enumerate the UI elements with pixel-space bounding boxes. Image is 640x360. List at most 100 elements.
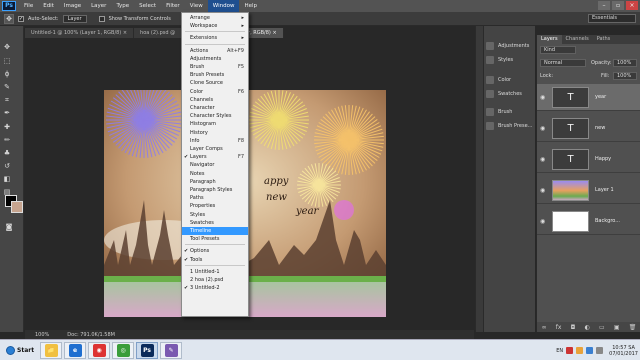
crop-tool-icon[interactable]: ⌗ (2, 95, 12, 105)
tab-channels[interactable]: Channels (562, 35, 593, 44)
auto-select-checkbox[interactable]: ✓ (18, 15, 24, 22)
window-menu-item-histogram[interactable]: Histogram (182, 120, 248, 128)
close-icon[interactable]: × (626, 1, 638, 10)
layer-row[interactable]: ◉ T Happy (537, 146, 640, 173)
panel-swatches[interactable]: Swatches (486, 88, 534, 100)
clock[interactable]: 10:57 SA 07/01/2017 (609, 345, 638, 357)
fill-input[interactable]: 100% (613, 72, 637, 80)
window-menu-item-1-untitled-1[interactable]: 1 Untitled-1 (182, 268, 248, 276)
blend-mode-select[interactable]: Normal (540, 59, 586, 67)
window-menu-item-styles[interactable]: Styles (182, 211, 248, 219)
window-menu-item-color[interactable]: Color F6 (182, 88, 248, 96)
delete-layer-icon[interactable]: 🗑 (629, 324, 637, 331)
layer-row[interactable]: ◉ Layer 1 (537, 177, 640, 204)
taskbar-app[interactable]: e (64, 341, 87, 359)
visibility-eye-icon[interactable]: ◉ (540, 94, 545, 101)
layer-row[interactable]: ◉ Backgro... (537, 208, 640, 235)
visibility-eye-icon[interactable]: ◉ (540, 218, 545, 225)
mask-icon[interactable]: ◘ (571, 324, 576, 331)
window-menu-item-character[interactable]: Character (182, 104, 248, 112)
volume-icon[interactable] (596, 347, 604, 354)
window-menu-item-options[interactable]: Options ✔ (182, 247, 248, 255)
visibility-eye-icon[interactable]: ◉ (540, 125, 545, 132)
window-menu-item-layer-comps[interactable]: Layer Comps (182, 145, 248, 153)
auto-select-dropdown[interactable]: Layer (62, 14, 87, 23)
background-color-swatch[interactable] (11, 201, 23, 213)
window-menu-item-character-styles[interactable]: Character Styles (182, 112, 248, 120)
window-menu-item-2-hoa-2-psd[interactable]: 2 hoa (2).psd (182, 276, 248, 284)
menu-image[interactable]: Image (59, 0, 86, 12)
window-menu-item-brush[interactable]: Brush F5 (182, 63, 248, 71)
adjustment-icon[interactable]: ◐ (585, 324, 590, 331)
menu-view[interactable]: View (185, 0, 208, 12)
layer-kind-filter[interactable]: Kind (540, 46, 576, 54)
window-menu-item-paragraph[interactable]: Paragraph (182, 178, 248, 186)
healing-tool-icon[interactable]: ✚ (2, 122, 12, 132)
window-menu-item-properties[interactable]: Properties (182, 202, 248, 210)
window-menu-item-extensions[interactable]: Extensions ▸ (182, 34, 248, 42)
window-menu-item-info[interactable]: Info F8 (182, 137, 248, 145)
network-icon[interactable] (586, 347, 594, 354)
move-tool-icon[interactable]: ✥ (2, 42, 12, 52)
quick-select-tool-icon[interactable]: ✎ (2, 82, 12, 92)
opacity-input[interactable]: 100% (613, 59, 637, 67)
window-menu-item-workspace[interactable]: Workspace ▸ (182, 22, 248, 30)
panel-brush[interactable]: Brush (486, 106, 534, 118)
taskbar-app[interactable]: ◉ (88, 341, 111, 359)
taskbar-app[interactable]: Ps (136, 341, 159, 359)
window-menu-item-adjustments[interactable]: Adjustments (182, 55, 248, 63)
window-menu-item-swatches[interactable]: Swatches (182, 219, 248, 227)
zoom-level[interactable]: 100% (35, 332, 49, 338)
panel-color[interactable]: Color (486, 74, 534, 86)
window-menu-item-channels[interactable]: Channels (182, 96, 248, 104)
link-layers-icon[interactable]: ∞ (542, 324, 547, 331)
menu-help[interactable]: Help (239, 0, 262, 12)
panel-adjustments[interactable]: Adjustments (486, 40, 534, 52)
window-menu-item-layers[interactable]: Layers ✔ F7 (182, 153, 248, 161)
window-menu-item-paths[interactable]: Paths (182, 194, 248, 202)
menu-type[interactable]: Type (111, 0, 134, 12)
panel-brush-prese-[interactable]: Brush Prese... (486, 120, 534, 132)
menu-window[interactable]: Window (207, 0, 240, 12)
brush-tool-icon[interactable]: ✏ (2, 135, 12, 145)
tab-paths[interactable]: Paths (593, 35, 615, 44)
window-menu-item-history[interactable]: History (182, 129, 248, 137)
marquee-tool-icon[interactable]: ⬚ (2, 56, 12, 66)
window-menu-item-timeline[interactable]: Timeline (182, 227, 248, 235)
window-menu-item-clone-source[interactable]: Clone Source (182, 79, 248, 87)
lasso-tool-icon[interactable]: ϕ (2, 69, 12, 79)
window-menu-item-navigator[interactable]: Navigator (182, 161, 248, 169)
start-button[interactable]: Start (2, 342, 38, 359)
workspace-select[interactable]: Essentials (588, 14, 636, 23)
canvas-area[interactable]: appy new year (25, 38, 474, 330)
window-menu-item-actions[interactable]: Actions Alt+F9 (182, 47, 248, 55)
menu-edit[interactable]: Edit (38, 0, 59, 12)
menu-layer[interactable]: Layer (86, 0, 111, 12)
quick-mask-icon[interactable]: ◙ (4, 222, 14, 232)
taskbar-app[interactable]: ◎ (112, 341, 135, 359)
window-menu-item-3-untitled-2[interactable]: 3 Untitled-2 ✔ (182, 284, 248, 292)
fx-icon[interactable]: fx (556, 324, 562, 331)
tab-untitled-1[interactable]: Untitled-1 @ 100% (Layer 1, RGB/8) × (25, 28, 135, 38)
stamp-tool-icon[interactable]: ♣ (2, 148, 12, 158)
group-icon[interactable]: ▭ (599, 324, 605, 331)
tray-app-icon[interactable] (576, 347, 584, 354)
new-layer-icon[interactable]: ▣ (614, 324, 620, 331)
eraser-tool-icon[interactable]: ◧ (2, 174, 12, 184)
window-menu-item-tools[interactable]: Tools ✔ (182, 256, 248, 264)
window-menu-item-paragraph-styles[interactable]: Paragraph Styles (182, 186, 248, 194)
layer-row[interactable]: ◉ Tnew (537, 115, 640, 142)
maximize-icon[interactable]: ▫ (612, 1, 624, 10)
menu-select[interactable]: Select (134, 0, 161, 12)
window-menu-item-notes[interactable]: Notes (182, 170, 248, 178)
history-brush-icon[interactable]: ↺ (2, 161, 12, 171)
move-tool-icon[interactable]: ✥ (4, 13, 14, 24)
minimize-icon[interactable]: – (598, 1, 610, 10)
window-menu-item-tool-presets[interactable]: Tool Presets (182, 235, 248, 243)
show-transform-checkbox[interactable] (98, 15, 105, 22)
layer-row[interactable]: ◉ Tyear (537, 84, 640, 111)
menu-filter[interactable]: Filter (161, 0, 185, 12)
tray-app-icon[interactable] (566, 347, 574, 354)
visibility-eye-icon[interactable]: ◉ (540, 187, 545, 194)
window-menu-item-arrange[interactable]: Arrange ▸ (182, 14, 248, 22)
